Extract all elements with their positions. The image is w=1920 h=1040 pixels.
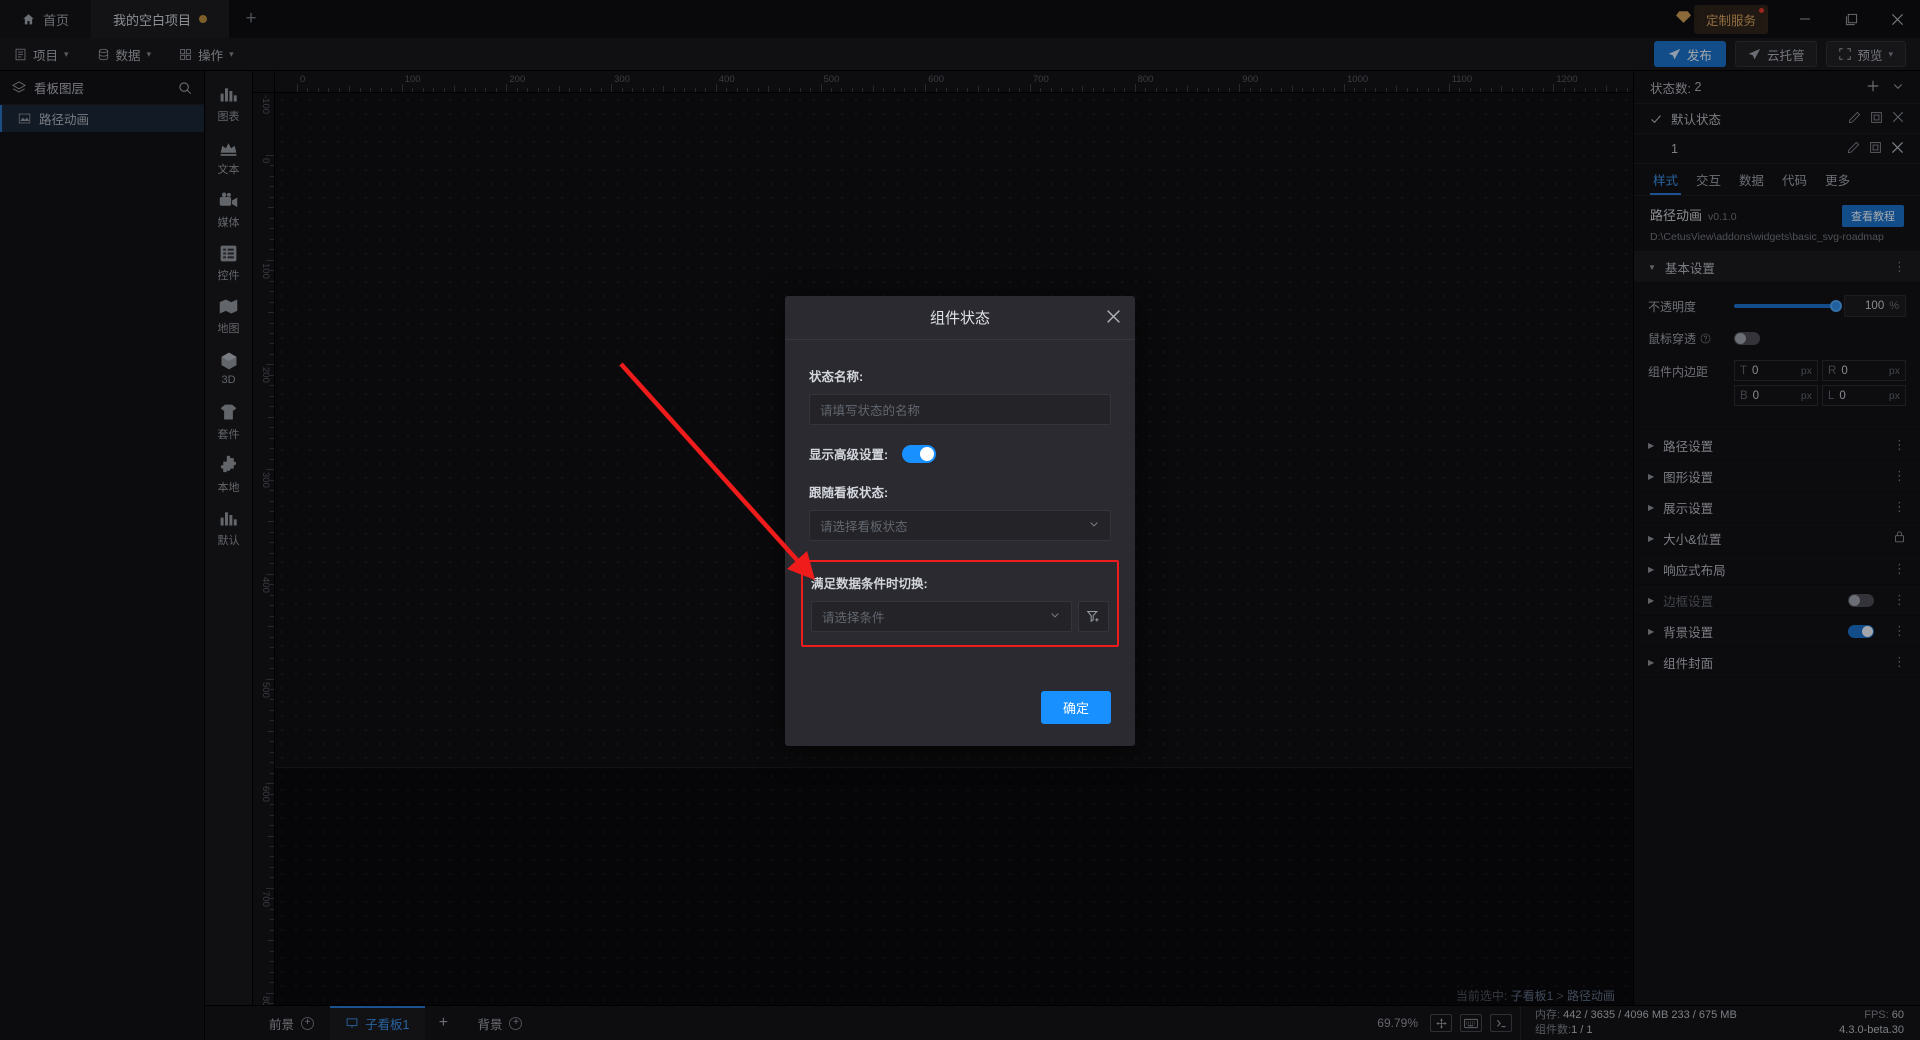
component-state-modal: 组件状态 状态名称: 请填写状态的名称 显示高级设置: 跟随看板状态: 请选择看… <box>785 296 1135 746</box>
add-condition-button[interactable] <box>1078 601 1109 632</box>
condition-value: 请选择条件 <box>822 611 885 625</box>
confirm-button[interactable]: 确定 <box>1040 691 1111 724</box>
chevron-down-icon <box>1088 518 1100 533</box>
filter-add-icon <box>1086 611 1099 623</box>
state-name-label: 状态名称: <box>809 370 864 384</box>
condition-highlight-box: 满足数据条件时切换: 请选择条件 <box>801 560 1119 647</box>
modal-title: 组件状态 <box>929 310 990 327</box>
modal-header: 组件状态 <box>785 296 1135 340</box>
condition-label: 满足数据条件时切换: <box>811 577 928 591</box>
condition-row: 请选择条件 <box>811 601 1109 632</box>
state-name-input[interactable]: 请填写状态的名称 <box>809 394 1111 425</box>
modal-footer: 确定 <box>785 691 1135 746</box>
toggle-knob <box>920 446 935 461</box>
advanced-settings-toggle[interactable] <box>902 444 937 463</box>
app-root: 首页 我的空白项目 + 定制服务 项目 ▾ 数据 ▾ 操作 ▾ 发布 云托管 预… <box>0 0 1920 1040</box>
advanced-settings-label: 显示高级设置: <box>809 448 889 462</box>
follow-board-value: 请选择看板状态 <box>820 520 908 534</box>
chevron-down-icon <box>1049 609 1061 624</box>
advanced-settings-row: 显示高级设置: <box>809 444 1111 463</box>
modal-body: 状态名称: 请填写状态的名称 显示高级设置: 跟随看板状态: 请选择看板状态 满… <box>785 340 1135 691</box>
state-name-field-row: 状态名称: 请填写状态的名称 <box>809 366 1111 425</box>
follow-board-select[interactable]: 请选择看板状态 <box>809 510 1111 541</box>
condition-select[interactable]: 请选择条件 <box>811 601 1072 632</box>
follow-board-label: 跟随看板状态: <box>809 486 889 500</box>
follow-board-row: 跟随看板状态: 请选择看板状态 <box>809 482 1111 541</box>
close-icon[interactable] <box>1106 309 1121 327</box>
